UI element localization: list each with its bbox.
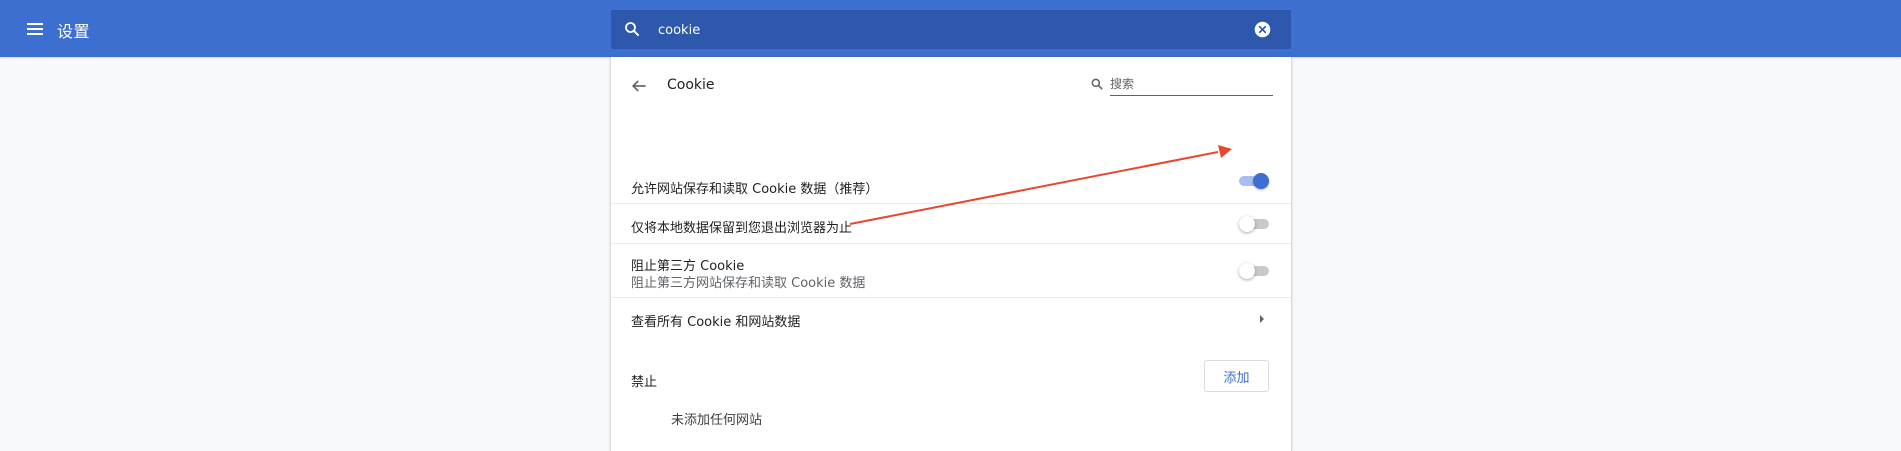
arrow-back-icon[interactable] [629,76,649,96]
setting-label: 查看所有 Cookie 和网站数据 [631,315,801,330]
chevron-right-icon [1260,315,1264,323]
cookie-settings-card: Cookie 允许网站保存和读取 Cookie 数据（推荐） 仅将本地数据保留到… [611,57,1291,451]
card-header: Cookie [611,57,1291,113]
empty-list-text: 未添加任何网站 [671,413,763,428]
setting-row-clear-on-exit[interactable]: 仅将本地数据保留到您退出浏览器为止 [611,203,1291,244]
page-search[interactable] [1090,73,1275,97]
toggle-allow-cookies[interactable] [1239,173,1269,189]
page-search-input[interactable] [1110,73,1273,96]
setting-row-block-third-party[interactable]: 阻止第三方 Cookie 阻止第三方网站保存和读取 Cookie 数据 [611,243,1291,298]
top-app-bar: 设置 [0,0,1901,57]
toggle-block-third-party[interactable] [1239,263,1269,279]
settings-search-input[interactable] [656,16,1220,44]
add-site-button[interactable]: 添加 [1204,360,1269,392]
search-icon [1091,78,1103,90]
clear-circle-icon[interactable] [1254,21,1271,38]
hamburger-menu-icon[interactable] [24,20,46,38]
setting-label: 仅将本地数据保留到您退出浏览器为止 [631,221,853,236]
block-section-label: 禁止 [631,375,658,390]
setting-sublabel: 阻止第三方网站保存和读取 Cookie 数据 [631,276,866,291]
settings-search-box[interactable] [611,10,1291,49]
page-title: Cookie [667,77,715,93]
toggle-clear-on-exit[interactable] [1239,216,1269,232]
setting-label: 允许网站保存和读取 Cookie 数据（推荐） [631,182,879,197]
setting-row-view-all-cookies[interactable]: 查看所有 Cookie 和网站数据 [611,297,1291,339]
app-title: 设置 [57,22,91,41]
search-icon [625,22,639,36]
